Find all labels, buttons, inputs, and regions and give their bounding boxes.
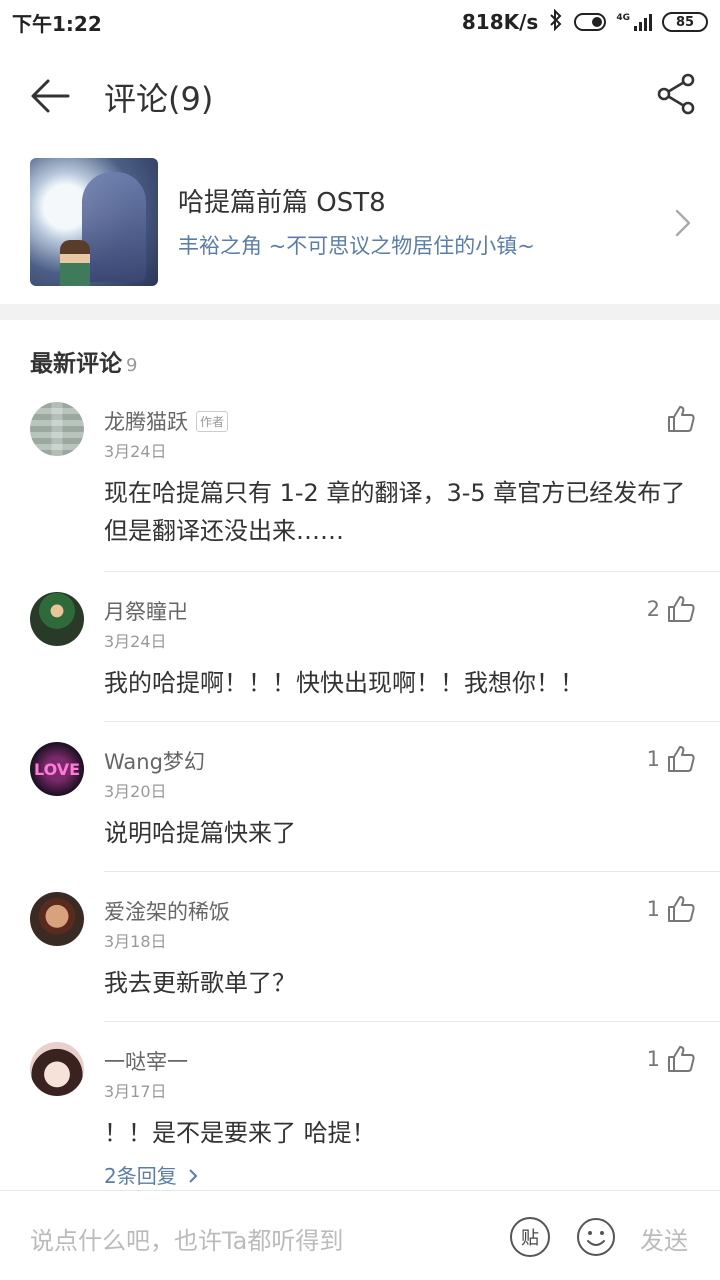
- avatar[interactable]: [30, 1042, 84, 1096]
- thumbs-up-icon: [668, 596, 695, 622]
- song-album: 丰裕之角 ~不可思议之物居住的小镇~: [178, 234, 535, 258]
- section-title: 最新评论 9: [30, 351, 138, 377]
- arrow-left-icon: [31, 79, 70, 113]
- song-card[interactable]: 哈提篇前篇 OST8 丰裕之角 ~不可思议之物居住的小镇~: [0, 150, 720, 300]
- comment-text: 我去更新歌单了？: [104, 969, 296, 997]
- divider: [104, 1021, 720, 1022]
- comment-count: 9: [126, 355, 138, 376]
- comment-input[interactable]: 说点什么吧，也许Ta都听得到: [30, 1221, 343, 1256]
- comment-text: 现在哈提篇只有 1-2 章的翻译，3-5 章官方已经发布了但是翻译还没出来……: [104, 479, 686, 545]
- emoji-button[interactable]: [576, 1217, 616, 1257]
- comment-item[interactable]: 爱淦架的稀饭 3月18日 1 我去更新歌单了？: [0, 892, 720, 1022]
- svg-text:LOVE: LOVE: [34, 760, 80, 779]
- comment-author[interactable]: 龙腾猫跃 作者: [104, 406, 229, 436]
- comment-text: 说明哈提篇快来了: [104, 819, 296, 847]
- chevron-right-icon: [675, 209, 691, 237]
- smile-icon: [577, 1218, 615, 1256]
- comment-text: ！！是不是要来了 哈提！: [104, 1119, 376, 1147]
- header: 评论(9): [0, 48, 720, 144]
- like-button[interactable]: [660, 402, 696, 436]
- album-cover: [30, 158, 158, 286]
- comment-date: 3月20日: [104, 782, 167, 801]
- comment-author[interactable]: 月祭瞳卍: [104, 596, 188, 626]
- bluetooth-icon: [548, 8, 564, 36]
- avatar[interactable]: [30, 592, 84, 646]
- thumbs-up-icon: [668, 896, 695, 922]
- comment-input-bar: 说点什么吧，也许Ta都听得到 贴 发送: [0, 1190, 720, 1280]
- signal-icon: 4G: [616, 13, 652, 31]
- comment-text: 我的哈提啊！！！快快出现啊！！我想你！！: [104, 669, 584, 697]
- thumbs-up-icon: [668, 406, 695, 432]
- comment-item[interactable]: 月祭瞳卍 3月24日 2 我的哈提啊！！！快快出现啊！！我想你！！: [0, 592, 720, 722]
- status-bar: 下午1:22 818K/s 4G 85: [0, 0, 720, 44]
- like-button[interactable]: 1: [647, 1042, 696, 1076]
- divider: [104, 571, 720, 572]
- comment-date: 3月17日: [104, 1082, 167, 1101]
- thumbs-up-icon: [668, 746, 695, 772]
- comment-item[interactable]: LOVE Wang梦幻 3月20日 1 说明哈提篇快来了: [0, 742, 720, 872]
- send-button[interactable]: 发送: [640, 1221, 688, 1256]
- avatar[interactable]: [30, 892, 84, 946]
- like-button[interactable]: 1: [647, 742, 696, 776]
- share-button[interactable]: [656, 72, 696, 116]
- status-time: 下午1:22: [12, 11, 102, 36]
- comment-author[interactable]: 爱淦架的稀饭: [104, 896, 230, 926]
- author-badge: 作者: [196, 411, 229, 432]
- avatar[interactable]: [30, 402, 84, 456]
- comment-author[interactable]: 一哒宰一: [104, 1046, 188, 1076]
- network-speed: 818K/s: [461, 10, 539, 34]
- chevron-right-icon: [189, 1169, 198, 1183]
- comment-author[interactable]: Wang梦幻: [104, 746, 205, 776]
- like-count: 1: [646, 747, 660, 771]
- divider: [104, 721, 720, 722]
- like-button[interactable]: 2: [647, 592, 696, 626]
- toggle-icon: [574, 13, 607, 31]
- comment-item[interactable]: 一哒宰一 3月17日 1 ！！是不是要来了 哈提！ 2条回复: [0, 1042, 720, 1190]
- sticker-button[interactable]: 贴: [510, 1217, 550, 1257]
- divider: [104, 871, 720, 872]
- like-count: 2: [646, 597, 660, 621]
- comment-date: 3月24日: [104, 632, 167, 651]
- status-icons: 818K/s 4G 85: [461, 8, 708, 36]
- page-title: 评论(9): [104, 80, 214, 118]
- back-button[interactable]: [28, 76, 72, 116]
- song-title: 哈提篇前篇 OST8: [178, 188, 386, 218]
- share-icon: [657, 73, 695, 115]
- avatar[interactable]: LOVE: [30, 742, 84, 796]
- section-divider: [0, 304, 720, 320]
- battery-icon: 85: [662, 12, 708, 32]
- comment-date: 3月18日: [104, 932, 167, 951]
- comment-item[interactable]: 龙腾猫跃 作者 3月24日 现在哈提篇只有 1-2 章的翻译，3-5 章官方已经发…: [0, 402, 720, 572]
- thumbs-up-icon: [668, 1046, 695, 1072]
- like-count: 1: [646, 1047, 660, 1071]
- comment-date: 3月24日: [104, 442, 167, 461]
- like-button[interactable]: 1: [647, 892, 696, 926]
- like-count: 1: [646, 897, 660, 921]
- view-replies-link[interactable]: 2条回复: [104, 1160, 199, 1189]
